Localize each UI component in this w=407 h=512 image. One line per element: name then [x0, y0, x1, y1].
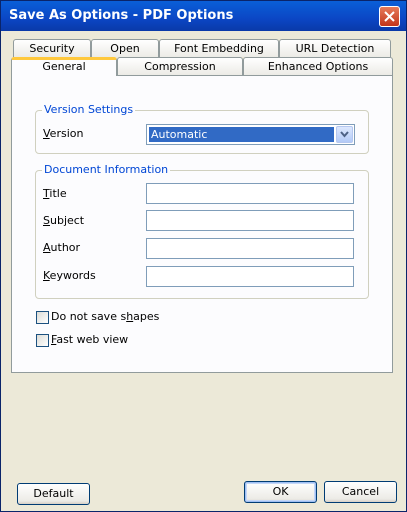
version-select-value: Automatic	[149, 127, 334, 142]
ok-button[interactable]: OK	[244, 481, 317, 503]
subject-label: Subject	[43, 214, 85, 227]
tab-url-detection[interactable]: URL Detection	[279, 39, 391, 57]
keywords-field[interactable]	[146, 266, 354, 287]
close-button[interactable]	[379, 6, 400, 27]
title-field[interactable]	[146, 183, 354, 204]
tab-enhanced-options[interactable]: Enhanced Options	[243, 57, 393, 75]
author-field[interactable]	[146, 238, 354, 259]
chevron-down-icon	[340, 131, 349, 138]
author-label: Author	[43, 241, 81, 254]
keywords-label: Keywords	[43, 269, 96, 282]
default-button[interactable]: Default	[17, 483, 90, 505]
version-label: Version	[43, 127, 84, 140]
close-icon	[384, 11, 395, 22]
dropdown-arrow-button[interactable]	[336, 126, 353, 143]
do-not-save-shapes-label[interactable]: Do not save shapes	[51, 310, 159, 323]
cancel-button[interactable]: Cancel	[324, 481, 397, 503]
tab-general[interactable]: General	[11, 57, 117, 76]
version-select[interactable]: Automatic	[146, 124, 355, 145]
fast-web-view-checkbox[interactable]	[36, 334, 49, 347]
document-information-title: Document Information	[42, 163, 171, 176]
subject-field[interactable]	[146, 210, 354, 231]
tab-security[interactable]: Security	[13, 39, 91, 57]
tab-open[interactable]: Open	[91, 39, 159, 57]
fast-web-view-label[interactable]: Fast web view	[51, 333, 128, 346]
window-title: Save As Options - PDF Options	[9, 8, 234, 23]
title-bar[interactable]: Save As Options - PDF Options	[1, 1, 406, 31]
tab-compression[interactable]: Compression	[117, 57, 243, 75]
version-settings-title: Version Settings	[42, 103, 136, 116]
title-label: Title	[43, 187, 67, 200]
do-not-save-shapes-checkbox[interactable]	[36, 311, 49, 324]
save-as-options-dialog: Save As Options - PDF Options Security O…	[0, 0, 407, 512]
tab-font-embedding[interactable]: Font Embedding	[159, 39, 279, 57]
